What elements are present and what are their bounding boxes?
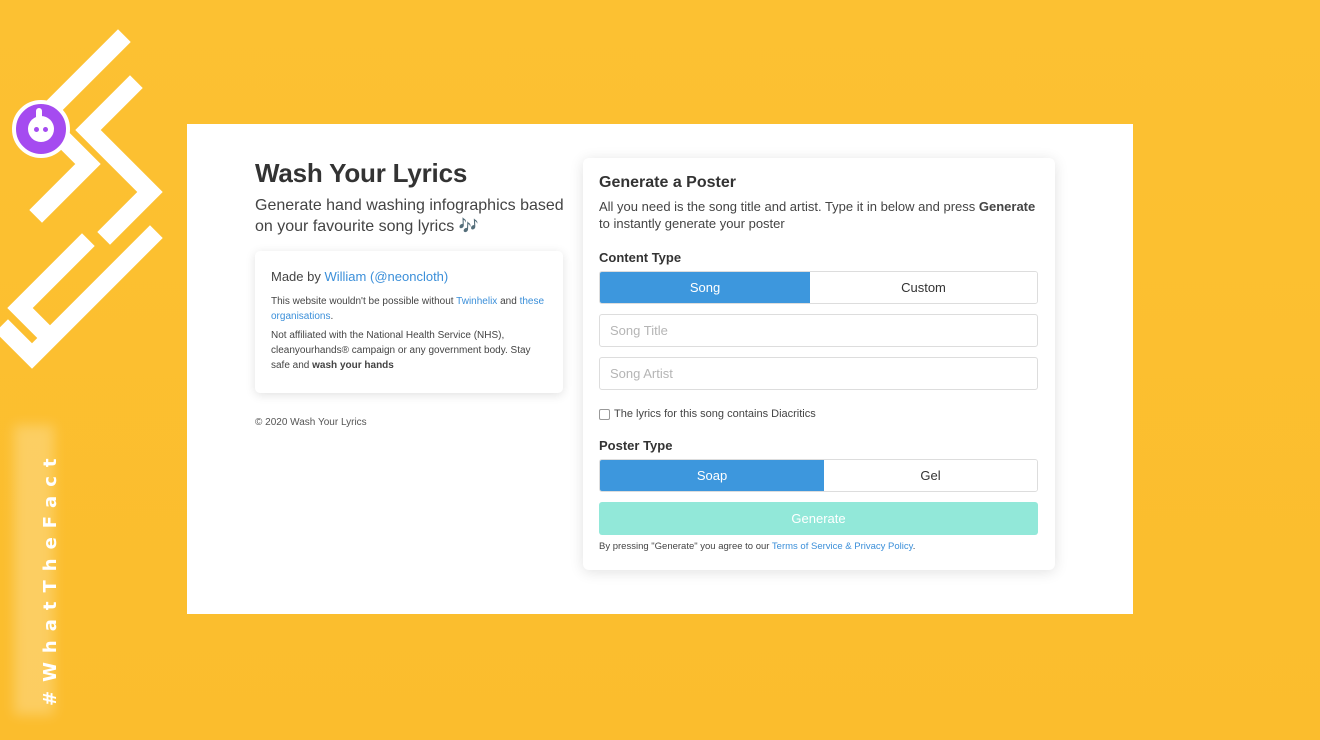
song-artist-input[interactable] — [599, 357, 1038, 390]
poster-type-label: Poster Type — [599, 438, 673, 453]
watermark-logo — [0, 29, 163, 369]
form-title: Generate a Poster — [599, 174, 736, 191]
diacritics-checkbox-row: The lyrics for this song contains Diacri… — [599, 408, 1039, 420]
poster-type-toggle: Soap Gel — [599, 459, 1038, 492]
made-by: Made by William (@neoncloth) — [271, 269, 449, 284]
poster-form: Generate a Poster All you need is the so… — [583, 158, 1055, 570]
watermark-hashtag: #WhatTheFact — [40, 449, 61, 706]
content-type-custom-button[interactable]: Custom — [810, 272, 1037, 303]
generate-button[interactable]: Generate — [599, 502, 1038, 535]
disclaimer-text: Not affiliated with the National Health … — [271, 330, 531, 371]
poster-type-gel-button[interactable]: Gel — [824, 460, 1037, 491]
info-box: Made by William (@neoncloth) This websit… — [255, 251, 563, 393]
author-handle-link[interactable]: (@neoncloth) — [370, 269, 448, 284]
content-type-song-button[interactable]: Song — [600, 272, 810, 303]
intro-column: Wash Your Lyrics Generate hand washing i… — [255, 158, 565, 428]
content-type-label: Content Type — [599, 250, 682, 265]
thanks-text: This website wouldn't be possible withou… — [271, 296, 545, 322]
brand-badge-icon — [12, 100, 70, 158]
poster-type-soap-button[interactable]: Soap — [600, 460, 824, 491]
twinhelix-link[interactable]: Twinhelix — [456, 296, 497, 307]
copyright: © 2020 Wash Your Lyrics — [255, 417, 367, 428]
song-title-input[interactable] — [599, 314, 1038, 347]
diacritics-checkbox[interactable] — [599, 408, 610, 420]
page-subtitle: Generate hand washing infographics based… — [255, 197, 564, 235]
main-card: Wash Your Lyrics Generate hand washing i… — [187, 124, 1133, 614]
form-description: All you need is the song title and artis… — [599, 199, 1036, 231]
author-link[interactable]: William — [324, 269, 366, 284]
page-title: Wash Your Lyrics — [255, 158, 468, 188]
terms-text: By pressing "Generate" you agree to our … — [599, 541, 916, 552]
terms-link[interactable]: Terms of Service & Privacy Policy — [772, 541, 913, 552]
diacritics-label: The lyrics for this song contains Diacri… — [614, 408, 816, 420]
content-type-toggle: Song Custom — [599, 271, 1038, 304]
